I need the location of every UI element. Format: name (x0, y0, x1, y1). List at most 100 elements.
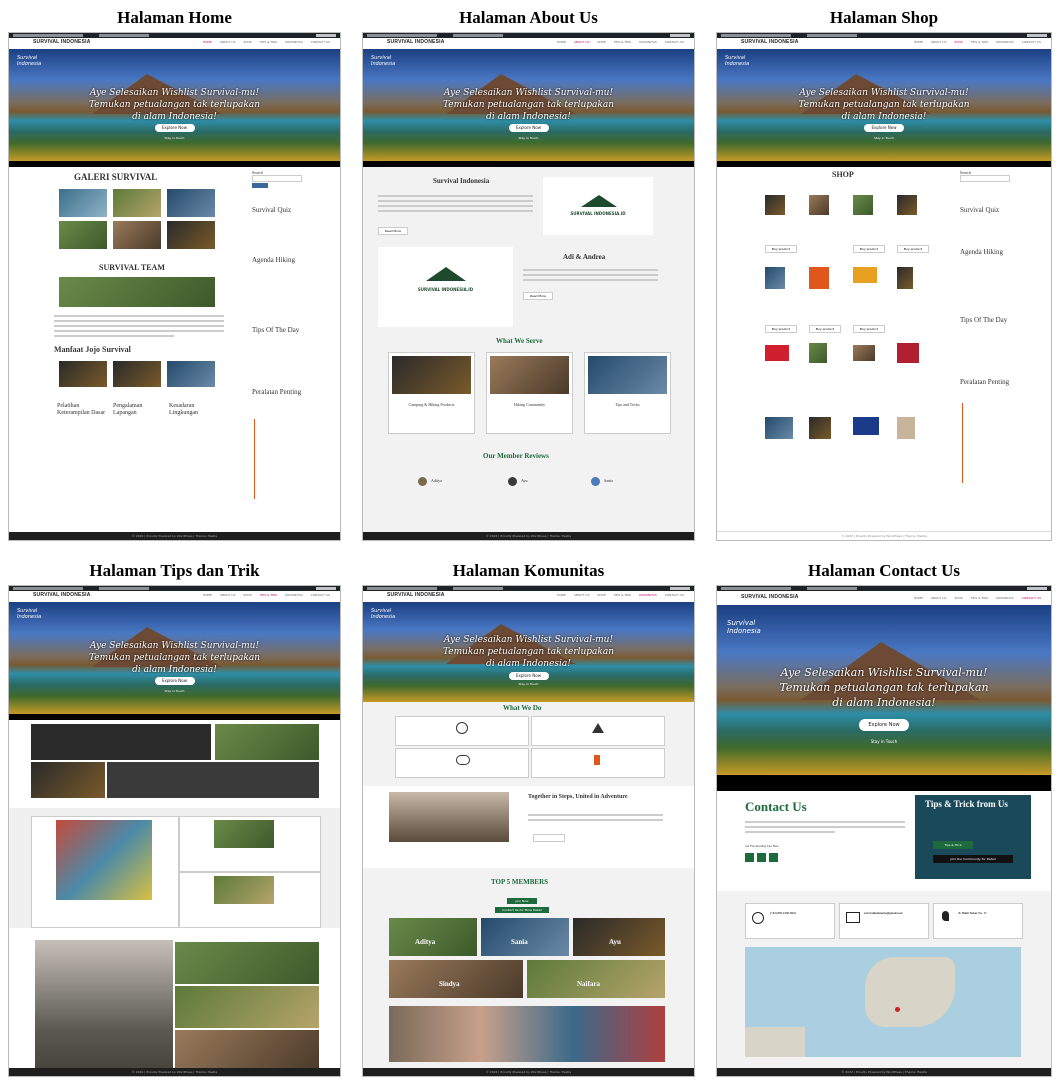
explore-button[interactable]: Explore Now (508, 124, 549, 132)
gallery-image[interactable] (59, 189, 107, 217)
menu-item-shop[interactable]: SHOP (954, 40, 962, 44)
menu-item-komunitas[interactable]: KOMUNITAS (996, 40, 1014, 44)
product-image[interactable] (853, 267, 877, 283)
contact-detail-button[interactable]: Contact Us for More Detail (495, 907, 549, 913)
explore-button[interactable]: Explore Now (154, 677, 195, 685)
buy-button[interactable]: Buy product (765, 245, 797, 253)
menu-item-about[interactable]: ABOUT US (931, 40, 947, 44)
menu-item-about[interactable]: ABOUT US (220, 40, 236, 44)
product-image[interactable] (897, 343, 919, 363)
menu-item-tips[interactable]: TIPS & TRIK (614, 40, 631, 44)
gallery-image[interactable] (113, 221, 161, 249)
service-card[interactable] (531, 748, 665, 778)
brand-logo[interactable]: SURVIVAL INDONESIA (741, 39, 799, 45)
menu-item-tips[interactable]: TIPS & TRIK (260, 593, 277, 597)
product-image[interactable] (809, 343, 827, 363)
service-card[interactable] (395, 716, 529, 746)
gallery-image[interactable] (167, 221, 215, 249)
read-more-button[interactable]: Read More (523, 292, 553, 300)
facebook-icon[interactable] (745, 853, 754, 862)
brand-logo[interactable]: SURVIVAL INDONESIA (33, 592, 91, 598)
menu-item-contact[interactable]: CONTACT US (1022, 596, 1041, 600)
article-card[interactable] (179, 872, 321, 928)
explore-button[interactable]: Explore Now (508, 672, 549, 680)
menu-item-about[interactable]: ABOUT US (931, 596, 947, 600)
menu-item-home[interactable]: HOME (914, 596, 923, 600)
brand-logo[interactable]: SURVIVAL INDONESIA (387, 592, 445, 598)
menu-item-shop[interactable]: SHOP (597, 593, 605, 597)
product-image[interactable] (765, 417, 793, 439)
buy-button[interactable]: Buy product (853, 325, 885, 333)
serve-card[interactable]: Camping & Hiking Products (388, 352, 475, 434)
article-tile[interactable] (175, 986, 319, 1028)
gallery-image[interactable] (113, 189, 161, 217)
buy-button[interactable]: Buy product (765, 325, 797, 333)
menu-item-contact[interactable]: CONTACT US (665, 40, 684, 44)
explore-button[interactable]: Explore Now (859, 719, 909, 731)
member-card[interactable]: Naifara (527, 960, 665, 998)
join-button[interactable]: Join Now (507, 898, 537, 904)
buy-button[interactable]: Buy product (897, 245, 929, 253)
gallery-image[interactable] (167, 189, 215, 217)
article-card[interactable] (31, 816, 179, 928)
product-image[interactable] (809, 195, 829, 215)
member-card[interactable]: Ayu (573, 918, 665, 956)
menu-item-tips[interactable]: TIPS & TRIK (260, 40, 277, 44)
product-image[interactable] (809, 417, 831, 439)
menu-item-tips[interactable]: TIPS & TRIK (614, 593, 631, 597)
menu-item-komunitas[interactable]: KOMUNITAS (285, 593, 303, 597)
menu-item-tips[interactable]: TIPS & TRIK (971, 596, 988, 600)
tips-button[interactable]: Tips & Trick (933, 841, 973, 849)
search-input[interactable] (960, 175, 1010, 182)
menu-item-contact[interactable]: CONTACT US (665, 593, 684, 597)
article-tile[interactable] (31, 724, 211, 760)
product-image[interactable] (765, 195, 785, 215)
article-tile[interactable] (35, 940, 173, 1076)
menu-item-contact[interactable]: CONTACT US (311, 593, 330, 597)
product-image[interactable] (765, 267, 785, 289)
menu-item-home[interactable]: HOME (914, 40, 923, 44)
menu-item-shop[interactable]: SHOP (243, 40, 251, 44)
buy-button[interactable]: Buy product (809, 325, 841, 333)
article-tile[interactable] (175, 942, 319, 984)
article-tile[interactable] (31, 762, 105, 798)
search-button[interactable] (252, 183, 268, 188)
community-button[interactable]: Join Our Community for Detail (933, 855, 1013, 863)
menu-item-about[interactable]: ABOUT US (574, 593, 590, 597)
whatsapp-icon[interactable] (769, 853, 778, 862)
product-image[interactable] (853, 195, 873, 215)
menu-item-komunitas[interactable]: KOMUNITAS (996, 596, 1014, 600)
article-tile[interactable] (215, 724, 319, 760)
phone-card[interactable]: (+62) 895-1550-9622 (745, 903, 835, 939)
explore-button[interactable]: Explore Now (864, 124, 904, 132)
menu-item-shop[interactable]: SHOP (954, 596, 962, 600)
menu-item-shop[interactable]: SHOP (597, 40, 605, 44)
buy-button[interactable]: Buy product (853, 245, 885, 253)
menu-item-home[interactable]: HOME (203, 593, 212, 597)
menu-item-contact[interactable]: CONTACT US (1022, 40, 1041, 44)
service-card[interactable] (395, 748, 529, 778)
product-image[interactable] (897, 417, 915, 439)
address-card[interactable]: Jl. Bukit Tukar No. 17 (933, 903, 1023, 939)
menu-item-komunitas[interactable]: KOMUNITAS (639, 593, 657, 597)
brand-logo[interactable]: SURVIVAL INDONESIA (387, 39, 445, 45)
menu-item-komunitas[interactable]: KOMUNITAS (285, 40, 303, 44)
brand-logo[interactable]: SURVIVAL INDONESIA (33, 39, 91, 45)
product-image[interactable] (809, 267, 829, 289)
serve-card[interactable]: Hiking Community (486, 352, 573, 434)
search-input[interactable] (252, 175, 302, 182)
email-card[interactable]: survivalindonesia@gmail.com (839, 903, 929, 939)
explore-button[interactable]: Explore Now (154, 124, 195, 132)
article-card[interactable] (179, 816, 321, 872)
serve-card[interactable]: Tips and Tricks (584, 352, 671, 434)
read-more-button[interactable]: Read More (378, 227, 408, 235)
product-image[interactable] (897, 267, 913, 289)
menu-item-home[interactable]: HOME (203, 40, 212, 44)
brand-logo[interactable]: SURVIVAL INDONESIA (741, 594, 799, 600)
article-tile[interactable] (107, 762, 319, 798)
member-card[interactable]: Sania (481, 918, 569, 956)
menu-item-about[interactable]: ABOUT US (574, 40, 590, 44)
menu-item-about[interactable]: ABOUT US (220, 593, 236, 597)
member-card[interactable]: Sindya (389, 960, 523, 998)
article-tile[interactable] (175, 1030, 319, 1072)
